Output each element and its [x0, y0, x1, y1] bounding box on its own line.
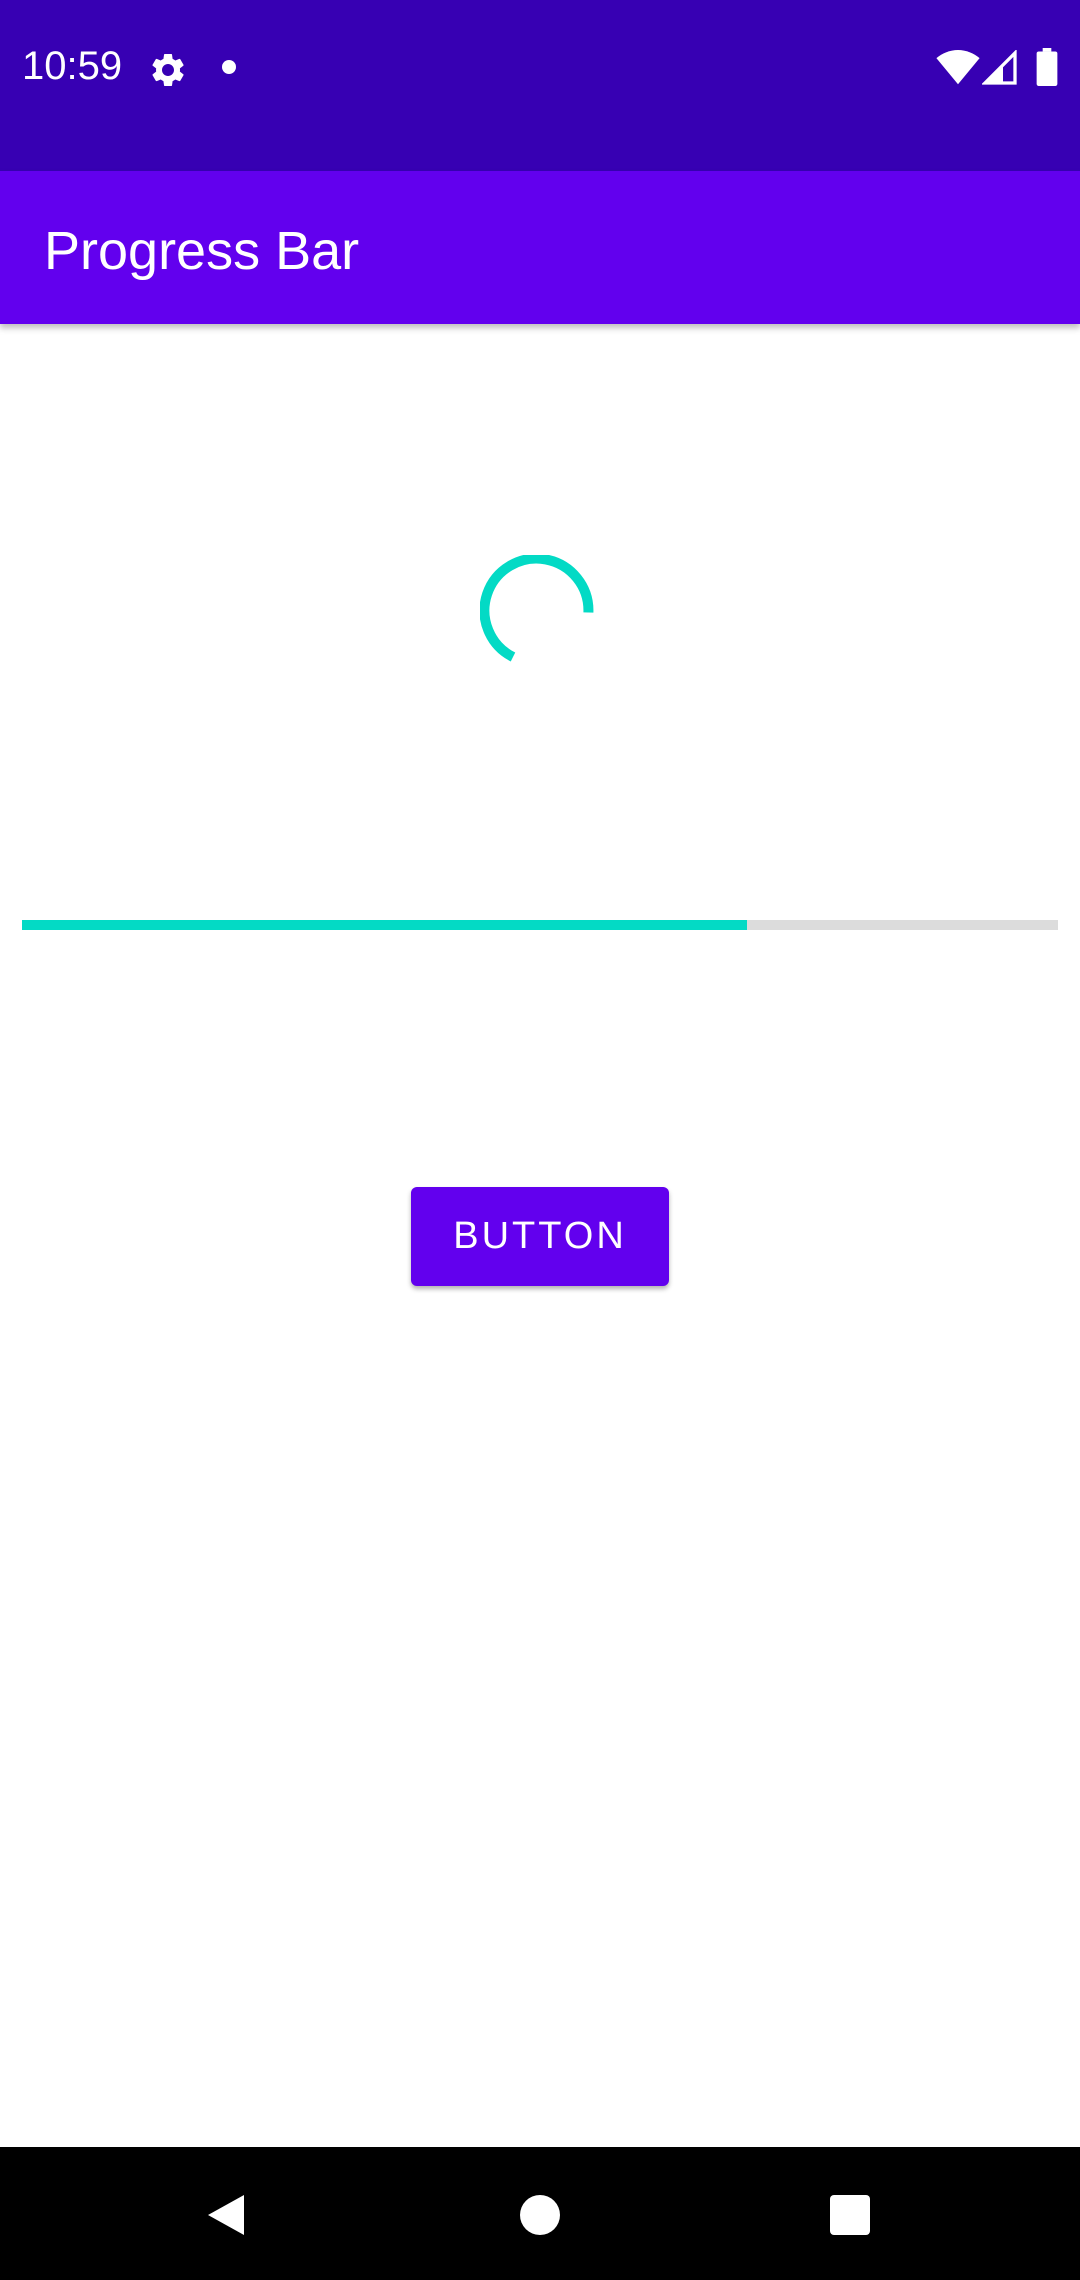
- home-icon[interactable]: [520, 2195, 560, 2235]
- progress-bar: [22, 920, 1058, 930]
- progress-bar-fill: [22, 920, 748, 930]
- back-icon[interactable]: [204, 2191, 248, 2239]
- status-time: 10:59: [22, 44, 123, 88]
- main-button[interactable]: BUTTON: [411, 1187, 669, 1286]
- gear-icon: [152, 53, 184, 86]
- battery-icon: [1036, 48, 1058, 86]
- navigation-bar: [0, 2147, 1080, 2280]
- notification-dot-icon: [222, 60, 236, 74]
- wifi-icon: [936, 50, 980, 85]
- loading-spinner-icon: [480, 555, 594, 662]
- page-title: Progress Bar: [44, 221, 360, 281]
- recents-icon[interactable]: [830, 2195, 870, 2235]
- signal-icon: [982, 50, 1017, 85]
- app-bar: Progress Bar: [0, 171, 1080, 324]
- screen: 10:59 Progress Bar BUTTON: [0, 0, 1080, 2280]
- status-bar: 10:59: [0, 0, 1080, 171]
